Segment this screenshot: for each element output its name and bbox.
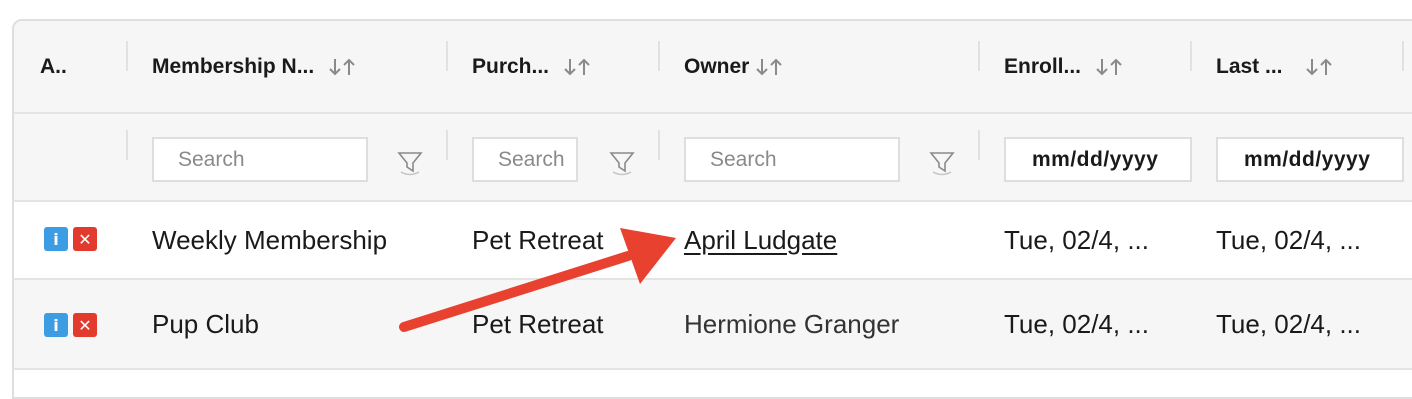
enrolled-date: Tue, 02/4, ... [1004,224,1150,255]
column-separator[interactable] [978,41,980,71]
column-header-label: Purch... [472,54,550,78]
enrolled-cell: Tue, 02/4, ... [1004,280,1149,368]
column-separator[interactable] [126,130,128,160]
last-date: Tue, 02/4, ... [1216,308,1362,339]
date-placeholder: mm/dd/yyyy [1244,147,1371,171]
column-header-label: Last ... [1216,54,1283,78]
funnel-icon[interactable] [928,148,956,176]
sort-arrows-icon[interactable] [563,56,593,78]
last-date: Tue, 02/4, ... [1216,224,1362,255]
enrolled-date: Tue, 02/4, ... [1004,308,1150,339]
date-placeholder: mm/dd/yyyy [1032,147,1159,171]
last-date-filter[interactable]: mm/dd/yyyy [1216,137,1404,182]
last-cell: Tue, 02/4, ... [1216,280,1361,368]
purchase-location: Pet Retreat [472,308,604,339]
info-icon[interactable]: i [44,313,68,337]
column-separator[interactable] [1190,41,1192,71]
column-separator[interactable] [126,41,128,71]
sort-arrows-icon[interactable] [328,56,358,78]
close-icon[interactable]: ✕ [73,313,97,337]
owner-search-input[interactable] [684,137,900,182]
membership-name: Pup Club [152,308,259,339]
column-separator[interactable] [658,41,660,71]
column-header-actions[interactable]: A.. [40,21,67,112]
membership-search-input[interactable] [152,137,368,182]
membership-name-cell: Pup Club [152,280,259,368]
owner-cell: Hermione Granger [684,280,899,368]
enrolled-date-filter[interactable]: mm/dd/yyyy [1004,137,1192,182]
column-separator[interactable] [446,130,448,160]
column-header-owner[interactable]: Owner [684,21,785,112]
purchase-location: Pet Retreat [472,224,604,255]
column-header-label: A.. [40,54,67,78]
memberships-grid: A.. Membership N... Purch... Owner Enrol… [12,19,1412,399]
sort-arrows-icon[interactable] [1305,56,1335,78]
close-icon[interactable]: ✕ [73,227,97,251]
funnel-icon[interactable] [608,148,636,176]
column-header-row: A.. Membership N... Purch... Owner Enrol… [14,21,1412,114]
owner-name[interactable]: Hermione Granger [684,309,899,340]
owner-link[interactable]: April Ludgate [684,225,837,256]
funnel-icon[interactable] [396,148,424,176]
filter-row: mm/dd/yyyy mm/dd/yyyy [14,114,1412,202]
column-separator[interactable] [978,130,980,160]
table-row[interactable]: i ✕ Pup Club Pet Retreat Hermione Grange… [14,280,1412,370]
membership-name-cell: Weekly Membership [152,202,387,278]
column-header-label: Owner [684,54,750,78]
info-icon[interactable]: i [44,227,68,251]
column-header-purchase[interactable]: Purch... [472,21,593,112]
enrolled-cell: Tue, 02/4, ... [1004,202,1149,278]
column-header-enrolled[interactable]: Enroll... [1004,21,1125,112]
column-separator[interactable] [1402,41,1404,71]
column-header-label: Enroll... [1004,54,1082,78]
sort-arrows-icon[interactable] [1095,56,1125,78]
purchase-cell: Pet Retreat [472,202,604,278]
purchase-search-input[interactable] [472,137,578,182]
column-header-membership-name[interactable]: Membership N... [152,21,358,112]
column-header-label: Membership N... [152,54,315,78]
membership-name: Weekly Membership [152,224,388,255]
table-row[interactable]: i ✕ Weekly Membership Pet Retreat April … [14,202,1412,280]
column-separator[interactable] [446,41,448,71]
last-cell: Tue, 02/4, ... [1216,202,1361,278]
owner-cell: April Ludgate [684,202,837,278]
column-header-last[interactable]: Last ... [1216,21,1335,112]
sort-arrows-icon[interactable] [755,56,785,78]
column-separator[interactable] [658,130,660,160]
purchase-cell: Pet Retreat [472,280,604,368]
